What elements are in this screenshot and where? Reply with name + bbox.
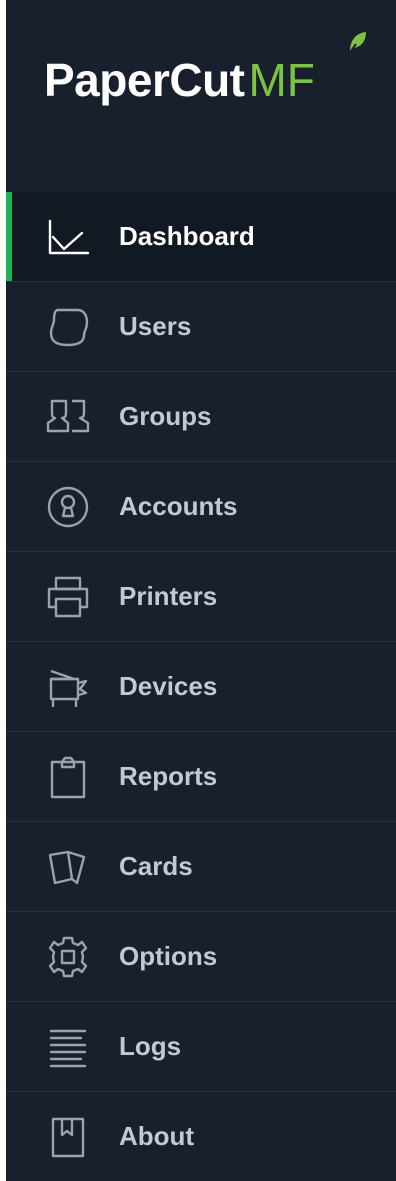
nav-item-reports[interactable]: Reports	[6, 732, 396, 822]
group-icon	[44, 393, 92, 441]
nav-label-users: Users	[119, 311, 192, 341]
clipboard-icon	[44, 753, 92, 801]
nav-item-options[interactable]: Options	[6, 912, 396, 1002]
logo-text-main: PaperCut	[44, 54, 245, 106]
nav-label-accounts: Accounts	[119, 491, 238, 521]
chart-line-icon	[44, 213, 92, 261]
cards-icon	[44, 843, 92, 891]
nav-item-accounts[interactable]: Accounts	[6, 462, 396, 552]
nav-item-dashboard[interactable]: Dashboard	[6, 192, 396, 282]
nav-label-devices: Devices	[119, 671, 218, 701]
nav-item-users[interactable]: Users	[6, 282, 396, 372]
user-head-icon	[44, 303, 92, 351]
nav-item-about[interactable]: About	[6, 1092, 396, 1181]
nav-label-printers: Printers	[119, 581, 218, 611]
nav-label-reports: Reports	[119, 761, 218, 791]
sidebar: PaperCut MF Dashboard Users Groups Accou…	[6, 0, 396, 1181]
lines-icon	[44, 1023, 92, 1071]
nav-label-about: About	[119, 1121, 195, 1151]
nav-item-printers[interactable]: Printers	[6, 552, 396, 642]
printer-icon	[44, 573, 92, 621]
nav-item-devices[interactable]: Devices	[6, 642, 396, 732]
nav-label-dashboard: Dashboard	[119, 221, 255, 251]
nav-label-cards: Cards	[119, 851, 193, 881]
nav-item-groups[interactable]: Groups	[6, 372, 396, 462]
nav-label-groups: Groups	[119, 401, 212, 431]
book-icon	[44, 1113, 92, 1161]
keyhole-icon	[44, 483, 92, 531]
nav-label-logs: Logs	[119, 1031, 182, 1061]
gear-icon	[44, 933, 92, 981]
device-icon	[44, 663, 92, 711]
nav-item-logs[interactable]: Logs	[6, 1002, 396, 1092]
leaf-icon	[348, 32, 366, 55]
logo-text-accent: MF	[248, 54, 315, 106]
nav-item-cards[interactable]: Cards	[6, 822, 396, 912]
nav-label-options: Options	[119, 941, 218, 971]
papercut-logo[interactable]: PaperCut MF	[44, 50, 315, 110]
sidebar-nav: Dashboard Users Groups Accounts Printers…	[6, 192, 396, 1181]
